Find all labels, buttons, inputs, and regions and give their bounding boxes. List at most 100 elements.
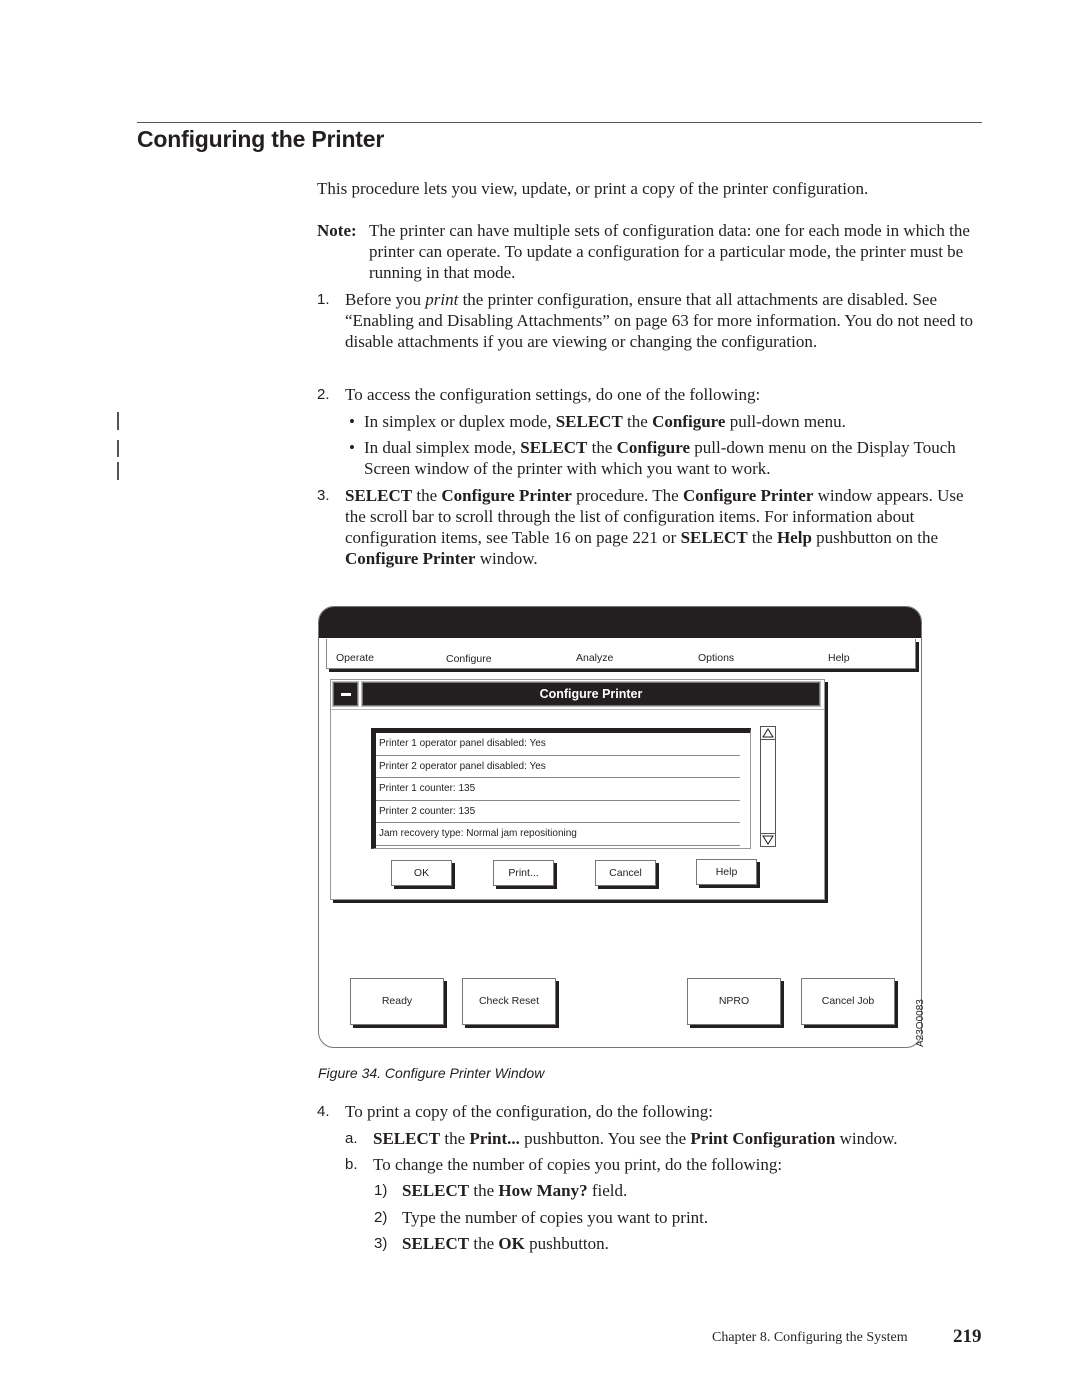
menu-item-operate[interactable]: Operate	[336, 652, 374, 664]
bold-run: SELECT	[402, 1234, 470, 1253]
substep-b: b. To change the number of copies you pr…	[345, 1154, 985, 1175]
substep-label: 1)	[374, 1182, 388, 1199]
note-label: Note:	[317, 221, 357, 240]
substep-text: Type the number of copies you want to pr…	[402, 1208, 709, 1227]
substep-text: SELECT the How Many? field.	[402, 1180, 1014, 1201]
bullet-item: • In simplex or duplex mode, SELECT the …	[345, 411, 985, 432]
text-run: the	[412, 486, 442, 505]
intro-paragraph: This procedure lets you view, update, or…	[317, 179, 869, 198]
step-text: Before you print the printer configurati…	[345, 289, 987, 352]
text-run: the	[440, 1129, 470, 1148]
step-text: To access the configuration settings, do…	[345, 385, 761, 404]
text-run: pushbutton on the	[811, 528, 938, 547]
figure-id: A23O0083	[915, 999, 926, 1047]
step-number: 4.	[317, 1103, 330, 1120]
npro-button[interactable]: NPRO	[687, 978, 781, 1025]
figure-caption: Figure 34. Configure Printer Window	[318, 1065, 545, 1081]
text-run: In dual simplex mode,	[364, 438, 521, 457]
check-reset-button[interactable]: Check Reset	[462, 978, 556, 1025]
ready-button[interactable]: Ready	[350, 978, 444, 1025]
text-run: Before you	[345, 290, 426, 309]
text-run: In simplex or duplex mode,	[364, 412, 556, 431]
substep-text: SELECT the Print... pushbutton. You see …	[373, 1128, 985, 1149]
list-item[interactable]: Printer 2 operator panel disabled: Yes	[376, 756, 740, 778]
bold-run: OK	[498, 1234, 525, 1253]
substep-label: b.	[345, 1156, 358, 1173]
substep-label: a.	[345, 1130, 358, 1147]
dialog-title-separator	[331, 709, 824, 710]
cancel-button[interactable]: Cancel	[595, 860, 656, 886]
step-text: To print a copy of the configuration, do…	[345, 1102, 714, 1121]
bold-run: Configure	[652, 412, 726, 431]
substep-text: To change the number of copies you print…	[373, 1155, 783, 1174]
text-run: the	[469, 1234, 499, 1253]
text-run: procedure. The	[571, 486, 683, 505]
bold-run: Configure	[616, 438, 691, 457]
list-item[interactable]: Printer 1 operator panel disabled: Yes	[376, 733, 740, 756]
bold-run: Print...	[469, 1129, 520, 1148]
menu-item-configure[interactable]: Configure	[446, 653, 492, 665]
bold-run: SELECT	[555, 412, 623, 431]
substep-b-2: 2) Type the number of copies you want to…	[374, 1207, 1014, 1228]
text-run: pushbutton. You see the	[519, 1129, 691, 1148]
triangle-down-icon[interactable]	[761, 833, 775, 846]
bold-run: Configure Printer	[682, 486, 814, 505]
bullet-item: • In dual simplex mode, SELECT the Confi…	[345, 437, 985, 479]
menu-item-options[interactable]: Options	[698, 652, 734, 664]
list-item[interactable]: Printer 2 counter: 135	[376, 801, 740, 823]
text-run: the	[469, 1181, 499, 1200]
print-button[interactable]: Print...	[493, 860, 554, 886]
ok-button[interactable]: OK	[391, 860, 452, 886]
change-bar	[117, 412, 119, 430]
bold-run: SELECT	[680, 528, 748, 547]
step-3: 3. SELECT the Configure Printer procedur…	[317, 485, 987, 569]
bullet-text: In simplex or duplex mode, SELECT the Co…	[364, 411, 985, 432]
bullet-text: In dual simplex mode, SELECT the Configu…	[364, 437, 985, 479]
note-text: The printer can have multiple sets of co…	[369, 221, 970, 282]
bold-run: SELECT	[402, 1181, 470, 1200]
text-run: field.	[587, 1181, 628, 1200]
bullet-icon: •	[349, 438, 355, 457]
bold-run: Configure Printer	[441, 486, 572, 505]
change-bar	[117, 462, 119, 480]
substep-label: 2)	[374, 1209, 388, 1226]
list-item[interactable]: Jam recovery type: Normal jam reposition…	[376, 823, 740, 846]
text-run: pushbutton.	[524, 1234, 609, 1253]
minus-icon[interactable]	[332, 681, 359, 707]
step-text: SELECT the Configure Printer procedure. …	[345, 485, 987, 569]
substep-a: a. SELECT the Print... pushbutton. You s…	[345, 1128, 985, 1149]
change-bar	[117, 440, 119, 457]
bullet-icon: •	[349, 412, 355, 431]
step-4: 4. To print a copy of the configuration,…	[317, 1101, 987, 1122]
text-run: the	[747, 528, 777, 547]
help-button[interactable]: Help	[696, 859, 757, 885]
page-number: 219	[953, 1326, 982, 1347]
bold-run: SELECT	[373, 1129, 441, 1148]
substep-text: SELECT the OK pushbutton.	[402, 1233, 1014, 1254]
header-rule	[137, 122, 982, 123]
vertical-scrollbar[interactable]	[760, 726, 776, 847]
bold-run: Print Configuration	[690, 1129, 836, 1148]
cancel-job-button[interactable]: Cancel Job	[801, 978, 895, 1025]
list-item[interactable]: Printer 1 counter: 135	[376, 778, 740, 801]
emphasis-run: print	[425, 290, 459, 309]
step-number: 2.	[317, 386, 330, 403]
step-number: 3.	[317, 487, 330, 504]
configuration-list[interactable]: Printer 1 operator panel disabled: Yes P…	[371, 728, 751, 849]
menu-item-help[interactable]: Help	[828, 652, 850, 664]
bold-run: SELECT	[520, 438, 588, 457]
substep-b-1: 1) SELECT the How Many? field.	[374, 1180, 1014, 1201]
bold-run: Help	[776, 528, 812, 547]
text-run: window.	[835, 1129, 898, 1148]
triangle-up-icon[interactable]	[761, 727, 775, 740]
footer-chapter: Chapter 8. Configuring the System	[712, 1330, 908, 1345]
text-run: the	[622, 412, 653, 431]
note: Note: The printer can have multiple sets…	[317, 220, 987, 283]
step-2: 2. To access the configuration settings,…	[317, 384, 987, 405]
menu-item-analyze[interactable]: Analyze	[576, 652, 613, 664]
text-run: window.	[475, 549, 538, 568]
dialog-title: Configure Printer	[361, 681, 821, 707]
step-number: 1.	[317, 291, 330, 308]
screen-titlebar	[319, 607, 921, 638]
text-run: the	[587, 438, 617, 457]
